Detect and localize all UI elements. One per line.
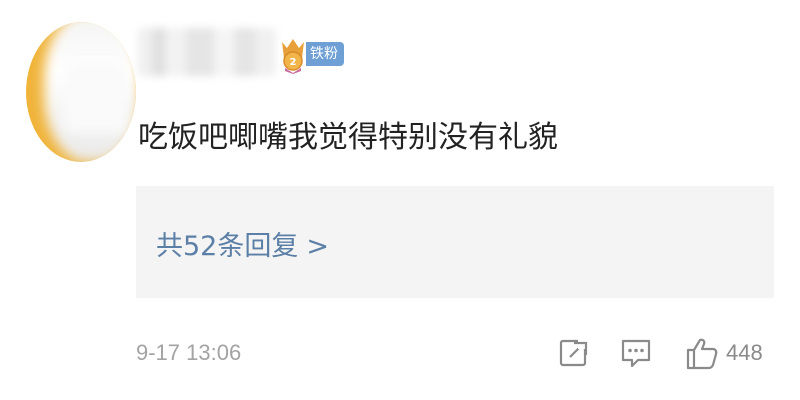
fan-crest-icon: 2: [282, 39, 304, 74]
replies-label: 共52条回复: [156, 231, 299, 262]
view-replies-link[interactable]: 共52条回复 >: [156, 224, 329, 263]
reply-button[interactable]: [618, 330, 654, 376]
fan-badge-label: 铁粉: [306, 42, 344, 66]
avatar[interactable]: [26, 22, 136, 162]
share-button[interactable]: [556, 330, 592, 376]
share-icon: [559, 337, 590, 367]
like-count: 448: [726, 340, 763, 365]
reply-icon: [621, 339, 651, 368]
chevron-right-icon: >: [306, 231, 329, 262]
fan-badge[interactable]: 2 铁粉: [278, 34, 344, 74]
replies-box[interactable]: 共52条回复 >: [136, 186, 774, 298]
comment-card: 2 铁粉 吃饭吧唧嘴我觉得特别没有礼貌 共52条回复> 9-17 13:06: [0, 0, 800, 400]
timestamp: 9-17 13:06: [136, 340, 242, 365]
like-button[interactable]: 448: [684, 330, 763, 376]
username-blurred[interactable]: [138, 28, 276, 76]
svg-text:2: 2: [290, 57, 297, 68]
comment-text: 吃饭吧唧嘴我觉得特别没有礼貌: [138, 120, 558, 155]
like-icon: [686, 338, 718, 370]
